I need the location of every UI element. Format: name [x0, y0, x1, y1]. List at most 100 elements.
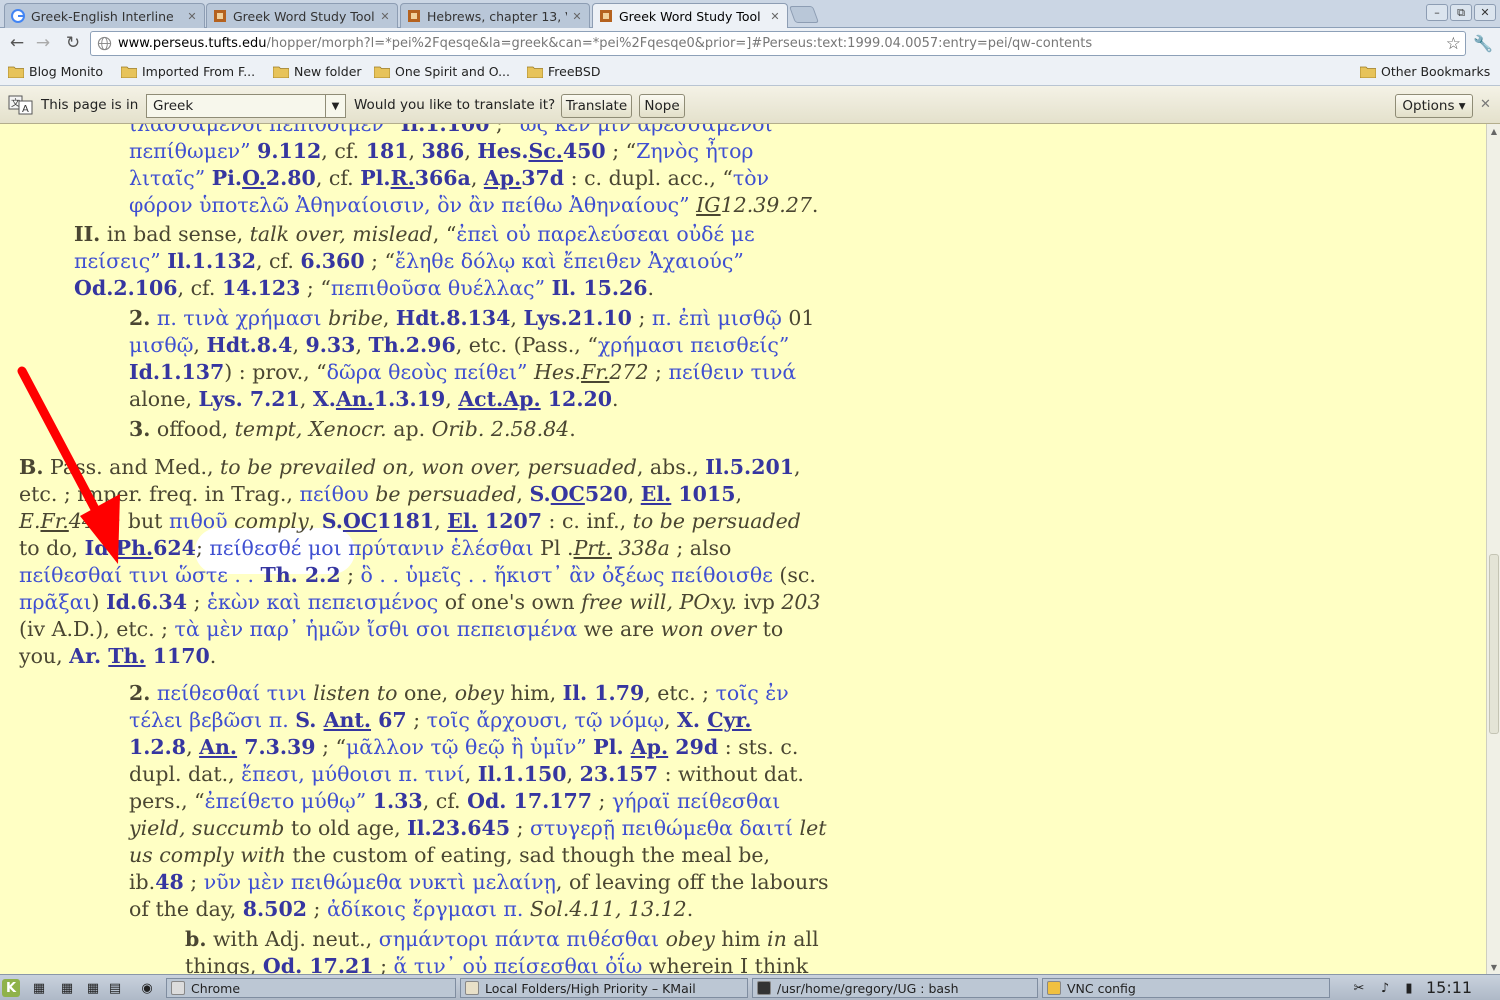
- reference-link[interactable]: 450: [563, 139, 606, 163]
- reference-link[interactable]: S.: [295, 708, 323, 732]
- reference-link[interactable]: R.: [391, 166, 415, 190]
- reload-icon[interactable]: ↻: [62, 32, 84, 54]
- reference-link[interactable]: 29d: [668, 735, 718, 759]
- network-globe-icon[interactable]: ◉: [138, 979, 156, 997]
- reference-link[interactable]: 520: [585, 482, 628, 506]
- reference-link[interactable]: 37d: [521, 166, 564, 190]
- maximize-button[interactable]: ⧉: [1450, 4, 1472, 21]
- reference-link[interactable]: Lys. 7.21: [199, 387, 300, 411]
- reference-link[interactable]: Il.1.150: [478, 762, 567, 786]
- reference-link[interactable]: An.: [199, 735, 237, 759]
- reference-link[interactable]: Od. 17.21: [263, 954, 374, 974]
- reference-link[interactable]: 7.3.39: [237, 735, 315, 759]
- reference-link[interactable]: Id.1.137: [129, 360, 224, 384]
- back-arrow-icon[interactable]: ←: [6, 32, 28, 54]
- reference-link[interactable]: An.: [336, 387, 374, 411]
- kde-menu-icon[interactable]: K: [2, 979, 20, 997]
- reference-link[interactable]: Th.2.96: [368, 333, 455, 357]
- reference-link[interactable]: Hdt.8.134: [396, 306, 511, 330]
- desktop-pager-icon[interactable]: ▦: [30, 979, 48, 997]
- taskbar-item-bash[interactable]: /usr/home/gregory/UG : bash: [752, 978, 1038, 998]
- reference-link[interactable]: Od. 17.177: [467, 789, 592, 813]
- reference-link[interactable]: 2.80: [266, 166, 316, 190]
- reference-link[interactable]: Act.Ap.: [458, 387, 540, 411]
- bookmark-folder-freebsd[interactable]: FreeBSD: [527, 64, 600, 79]
- reference-link[interactable]: Ap.: [631, 735, 668, 759]
- reference-link[interactable]: 386: [422, 139, 465, 163]
- scissors-icon[interactable]: ✂: [1350, 979, 1368, 997]
- new-tab-button[interactable]: [788, 6, 820, 23]
- reference-link[interactable]: Il. 1.79: [563, 681, 645, 705]
- taskbar-item-kmail[interactable]: Local Folders/High Priority – KMail: [460, 978, 748, 998]
- reference-link[interactable]: Lys.21.10: [523, 306, 631, 330]
- desktop-pager-icon[interactable]: ▦: [84, 979, 102, 997]
- volume-icon[interactable]: ♪: [1376, 979, 1394, 997]
- reference-link[interactable]: Th. 2.2: [260, 563, 340, 587]
- reference-link[interactable]: 9.33: [306, 333, 356, 357]
- window-close-button[interactable]: ✕: [1474, 4, 1496, 21]
- minimize-button[interactable]: –: [1426, 4, 1448, 21]
- reference-link[interactable]: X.: [677, 708, 707, 732]
- bookmark-folder-new-folder[interactable]: New folder: [273, 64, 362, 79]
- reference-link[interactable]: Hes.: [477, 139, 528, 163]
- reference-link[interactable]: 12.20: [541, 387, 612, 411]
- reference-link[interactable]: 14.123: [222, 276, 300, 300]
- reference-link[interactable]: Il.5.201: [705, 455, 794, 479]
- address-bar[interactable]: www.perseus.tufts.edu/hopper/morph?l=*pe…: [90, 31, 1466, 56]
- taskbar-item-chrome[interactable]: Chrome: [166, 978, 456, 998]
- reference-link[interactable]: Cyr.: [707, 708, 751, 732]
- reference-link[interactable]: Pl.: [593, 735, 630, 759]
- close-icon[interactable]: ✕: [571, 10, 583, 23]
- bookmark-folder-one-spirit[interactable]: One Spirit and O...: [374, 64, 510, 79]
- bookmark-folder-imported[interactable]: Imported From F...: [121, 64, 255, 79]
- reference-link[interactable]: Il.1.100: [401, 124, 490, 136]
- reference-link[interactable]: 1.33: [373, 789, 423, 813]
- desktop-pager-icon[interactable]: ▦: [58, 979, 76, 997]
- reference-link[interactable]: 1181: [377, 509, 434, 533]
- reference-link[interactable]: 624: [153, 536, 196, 560]
- reference-link[interactable]: Sc.: [528, 139, 562, 163]
- reference-link[interactable]: OC: [551, 482, 585, 506]
- reference-link[interactable]: Od.2.106: [74, 276, 178, 300]
- reference-link[interactable]: El.: [447, 509, 478, 533]
- reference-link[interactable]: 1170: [146, 644, 210, 668]
- reference-link[interactable]: Ant.: [324, 708, 371, 732]
- vertical-scrollbar[interactable]: ▲ ▼: [1486, 124, 1500, 974]
- reference-link[interactable]: Ar.: [69, 644, 108, 668]
- reference-link[interactable]: 48: [155, 870, 184, 894]
- wrench-icon[interactable]: 🔧: [1472, 32, 1494, 54]
- reference-link[interactable]: Th.: [108, 644, 145, 668]
- bookmark-star-icon[interactable]: ☆: [1446, 34, 1461, 54]
- tab-greek-word-study-tool[interactable]: Greek Word Study Tool ✕: [206, 3, 398, 28]
- reference-link[interactable]: 366a: [415, 166, 471, 190]
- reference-link[interactable]: S.: [322, 509, 343, 533]
- bookmark-folder-other-bookmarks[interactable]: Other Bookmarks: [1360, 64, 1490, 79]
- reference-link[interactable]: 1.2.8: [129, 735, 186, 759]
- close-icon[interactable]: ✕: [769, 10, 781, 23]
- reference-link[interactable]: 67: [371, 708, 407, 732]
- reference-link[interactable]: O.: [242, 166, 266, 190]
- reference-link[interactable]: 23.157: [580, 762, 658, 786]
- reference-link[interactable]: Id.6.34: [106, 590, 187, 614]
- battery-icon[interactable]: ▮: [1400, 979, 1418, 997]
- reference-link[interactable]: 9.112: [257, 139, 321, 163]
- reference-link[interactable]: Il.23.645: [407, 816, 510, 840]
- reference-link[interactable]: 8.502: [243, 897, 307, 921]
- reference-link[interactable]: S.: [529, 482, 550, 506]
- bookmark-folder-blog-monitor[interactable]: Blog Monito: [8, 64, 108, 79]
- reference-link[interactable]: 6.360: [300, 249, 364, 273]
- reference-link[interactable]: Pi.: [212, 166, 242, 190]
- close-icon[interactable]: ✕: [379, 10, 391, 23]
- reference-link[interactable]: Hdt.8.4: [206, 333, 292, 357]
- reference-link[interactable]: 181: [366, 139, 409, 163]
- notes-icon[interactable]: ▤: [106, 979, 124, 997]
- language-select[interactable]: Greek ▼: [146, 94, 346, 118]
- reference-link[interactable]: Il. 15.26: [552, 276, 648, 300]
- taskbar-item-vnc-config[interactable]: VNC config: [1042, 978, 1330, 998]
- reference-link[interactable]: OC: [343, 509, 377, 533]
- reference-link[interactable]: 1207: [478, 509, 542, 533]
- options-button[interactable]: Options ▾: [1395, 94, 1473, 118]
- reference-link[interactable]: Ap.: [484, 166, 521, 190]
- translate-button[interactable]: Translate: [561, 94, 632, 118]
- scroll-thumb[interactable]: [1489, 554, 1499, 734]
